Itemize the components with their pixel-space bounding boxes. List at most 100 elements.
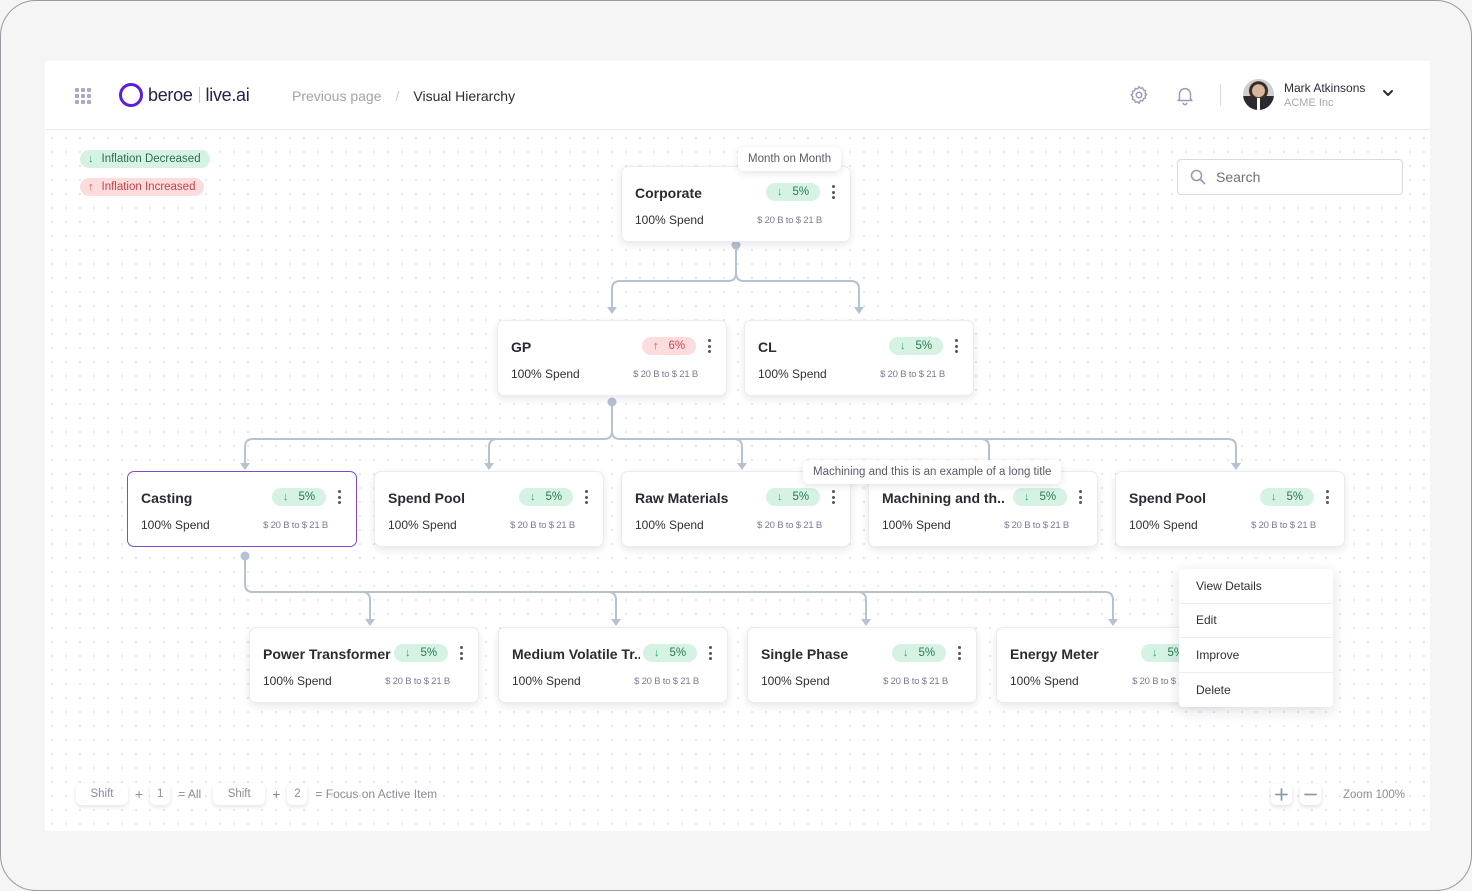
change-badge: ↓ 5% [394, 644, 448, 662]
change-badge: ↓ 5% [1260, 488, 1314, 506]
change-badge: ↓ 5% [272, 488, 326, 506]
key-2: 2 [287, 783, 308, 805]
tooltip-month-on-month: Month on Month [738, 147, 842, 171]
arrow-down-icon: ↓ [88, 153, 94, 165]
arrow-down-icon: ↓ [1270, 491, 1277, 503]
menu-item-improve[interactable]: Improve [1179, 638, 1333, 673]
arrow-down-icon: ↓ [1023, 491, 1030, 503]
user-avatar[interactable] [1243, 79, 1274, 110]
node-medium-volatile[interactable]: Medium Volatile Tr.. ↓ 5% 100% Spend $ 20… [498, 627, 728, 703]
settings-gear-icon[interactable] [1128, 84, 1150, 106]
node-title: Medium Volatile Tr.. [512, 646, 640, 662]
node-single-phase[interactable]: Single Phase ↓ 5% 100% Spend $ 20 B to $ … [747, 627, 977, 703]
more-options-icon[interactable] [829, 489, 837, 505]
change-value: 5% [915, 340, 933, 352]
zoom-out-button[interactable] [1300, 784, 1321, 805]
user-name[interactable]: Mark Atkinsons [1284, 81, 1365, 95]
node-range: $ 20 B to $ 21 B [634, 676, 699, 687]
node-cl[interactable]: CL ↓ 5% 100% Spend $ 20 B to $ 21 B [744, 320, 974, 396]
notification-bell-icon[interactable] [1174, 84, 1196, 106]
node-title: Spend Pool [388, 490, 465, 506]
node-title: Corporate [635, 185, 702, 201]
user-org: ACME Inc [1284, 97, 1334, 109]
search-input[interactable] [1216, 169, 1386, 185]
more-options-icon[interactable] [1323, 489, 1331, 505]
more-options-icon[interactable] [582, 489, 590, 505]
node-range: $ 20 B to $ 21 B [880, 369, 945, 380]
node-spend: 100% Spend [635, 213, 704, 227]
more-options-icon[interactable] [457, 645, 465, 661]
connector-corporate-cl [735, 272, 860, 309]
plus-icon [1275, 788, 1288, 801]
change-badge: ↓ 5% [519, 488, 573, 506]
more-options-icon[interactable] [1076, 489, 1084, 505]
arrow-down-icon: ↓ [282, 491, 289, 503]
apps-grid-icon[interactable] [75, 88, 91, 104]
zoom-in-button[interactable] [1271, 784, 1292, 805]
search-box[interactable] [1177, 159, 1403, 195]
key-shift: Shift [213, 783, 266, 805]
more-options-icon[interactable] [955, 645, 963, 661]
logo-divider [198, 87, 200, 103]
menu-item-view-details[interactable]: View Details [1179, 569, 1333, 604]
legend-label: Inflation Increased [101, 181, 196, 193]
chevron-down-icon[interactable] [1382, 87, 1394, 99]
node-title: Machining and th.. [882, 490, 1005, 506]
legend-inflation-increased: ↑ Inflation Increased [80, 178, 205, 196]
legend-label: Inflation Decreased [101, 153, 201, 165]
node-title: Casting [141, 490, 193, 506]
minus-icon [1304, 793, 1317, 796]
node-spend: 100% Spend [512, 674, 581, 688]
connector-gp-casting [244, 399, 613, 465]
change-badge: ↓ 5% [1013, 488, 1067, 506]
arrow-down-icon: ↓ [1151, 647, 1158, 659]
more-options-icon[interactable] [952, 338, 960, 354]
key-shift: Shift [76, 783, 128, 805]
arrow-down-icon: ↓ [653, 647, 660, 659]
change-badge: ↓ 5% [643, 644, 697, 662]
node-corporate[interactable]: Corporate ↓ 5% 100% Spend $ 20 B to $ 21 … [621, 166, 851, 242]
connector-gp-spendpool1 [488, 438, 498, 465]
zoom-controls: Zoom 100% [1271, 784, 1405, 805]
change-badge: ↓ 5% [892, 644, 946, 662]
connector-arrow [611, 619, 621, 626]
node-range: $ 20 B to $ 21 B [757, 520, 822, 531]
connector-casting-powertransformer [244, 556, 371, 621]
more-options-icon[interactable] [829, 184, 837, 200]
arrow-down-icon: ↓ [902, 647, 909, 659]
more-options-icon[interactable] [706, 645, 714, 661]
connector-arrow [240, 463, 250, 470]
change-value: 5% [545, 491, 563, 503]
node-spend: 100% Spend [141, 518, 210, 532]
change-badge: ↓ 5% [766, 488, 820, 506]
hierarchy-canvas[interactable]: ↓ Inflation Decreased ↑ Inflation Increa… [45, 131, 1430, 831]
change-value: 5% [1039, 491, 1057, 503]
breadcrumb-previous-link[interactable]: Previous page [292, 88, 382, 104]
top-header: beroe live.ai Previous page / Visual Hie… [45, 61, 1430, 130]
node-spend-pool-2[interactable]: Spend Pool ↓ 5% 100% Spend $ 20 B to $ 21… [1115, 471, 1345, 547]
node-power-transformer[interactable]: Power Transformer ↓ 5% 100% Spend $ 20 B … [249, 627, 479, 703]
more-options-icon[interactable] [705, 338, 713, 354]
node-spend: 100% Spend [882, 518, 951, 532]
more-options-icon[interactable] [335, 489, 343, 505]
node-spend: 100% Spend [1129, 518, 1198, 532]
breadcrumb: Previous page / Visual Hierarchy [292, 88, 515, 104]
connector-arrow [607, 307, 617, 314]
change-badge: ↑ 6% [642, 337, 696, 355]
node-spend-pool[interactable]: Spend Pool ↓ 5% 100% Spend $ 20 B to $ 21… [374, 471, 604, 547]
node-range: $ 20 B to $ 21 B [633, 369, 698, 380]
menu-item-delete[interactable]: Delete [1179, 673, 1333, 708]
node-title: Power Transformer [263, 646, 391, 662]
zoom-level-label: Zoom 100% [1343, 788, 1406, 801]
node-spend: 100% Spend [388, 518, 457, 532]
connector-casting-mediumvolatile [362, 591, 617, 621]
node-range: $ 20 B to $ 21 B [510, 520, 575, 531]
connector-arrow [854, 307, 864, 314]
node-title: Raw Materials [635, 490, 729, 506]
node-spend: 100% Spend [761, 674, 830, 688]
node-gp[interactable]: GP ↑ 6% 100% Spend $ 20 B to $ 21 B [497, 320, 727, 396]
menu-item-edit[interactable]: Edit [1179, 604, 1333, 638]
logo[interactable]: beroe live.ai [119, 82, 250, 108]
node-casting[interactable]: Casting ↓ 5% 100% Spend $ 20 B to $ 21 B [127, 471, 357, 547]
connector-arrow [737, 463, 747, 470]
